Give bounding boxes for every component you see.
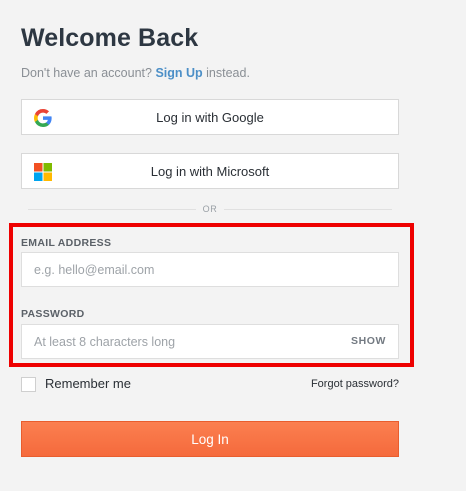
login-button[interactable]: Log In <box>21 421 399 457</box>
forgot-password-link[interactable]: Forgot password? <box>311 377 399 391</box>
microsoft-login-label: Log in with Microsoft <box>150 163 270 179</box>
microsoft-login-button[interactable]: Log in with Microsoft <box>21 153 399 189</box>
show-password-toggle[interactable]: SHOW <box>351 334 386 348</box>
google-login-label: Log in with Google <box>156 109 264 125</box>
google-login-button[interactable]: Log in with Google <box>21 99 399 135</box>
password-label: PASSWORD <box>21 308 85 320</box>
signup-prompt-prefix: Don't have an account? <box>21 66 152 80</box>
remember-me-row: Remember me <box>21 374 131 394</box>
page-title: Welcome Back <box>21 24 199 52</box>
email-label: EMAIL ADDRESS <box>21 237 112 249</box>
login-card: Welcome Back Don't have an account? Sign… <box>21 0 399 491</box>
sign-up-link[interactable]: Sign Up <box>155 66 202 80</box>
divider-line-right <box>224 208 393 210</box>
signup-prompt-suffix: instead. <box>206 66 250 80</box>
or-text: OR <box>202 204 218 214</box>
remember-me-checkbox[interactable] <box>21 376 36 392</box>
email-input[interactable] <box>21 252 399 287</box>
divider-line-left <box>27 208 196 210</box>
remember-me-label[interactable]: Remember me <box>45 374 131 394</box>
google-logo-icon <box>34 109 52 127</box>
microsoft-logo-icon <box>34 163 52 181</box>
password-input[interactable] <box>21 324 399 359</box>
signup-prompt: Don't have an account? Sign Up instead. <box>21 64 250 82</box>
or-divider: OR <box>21 200 399 218</box>
